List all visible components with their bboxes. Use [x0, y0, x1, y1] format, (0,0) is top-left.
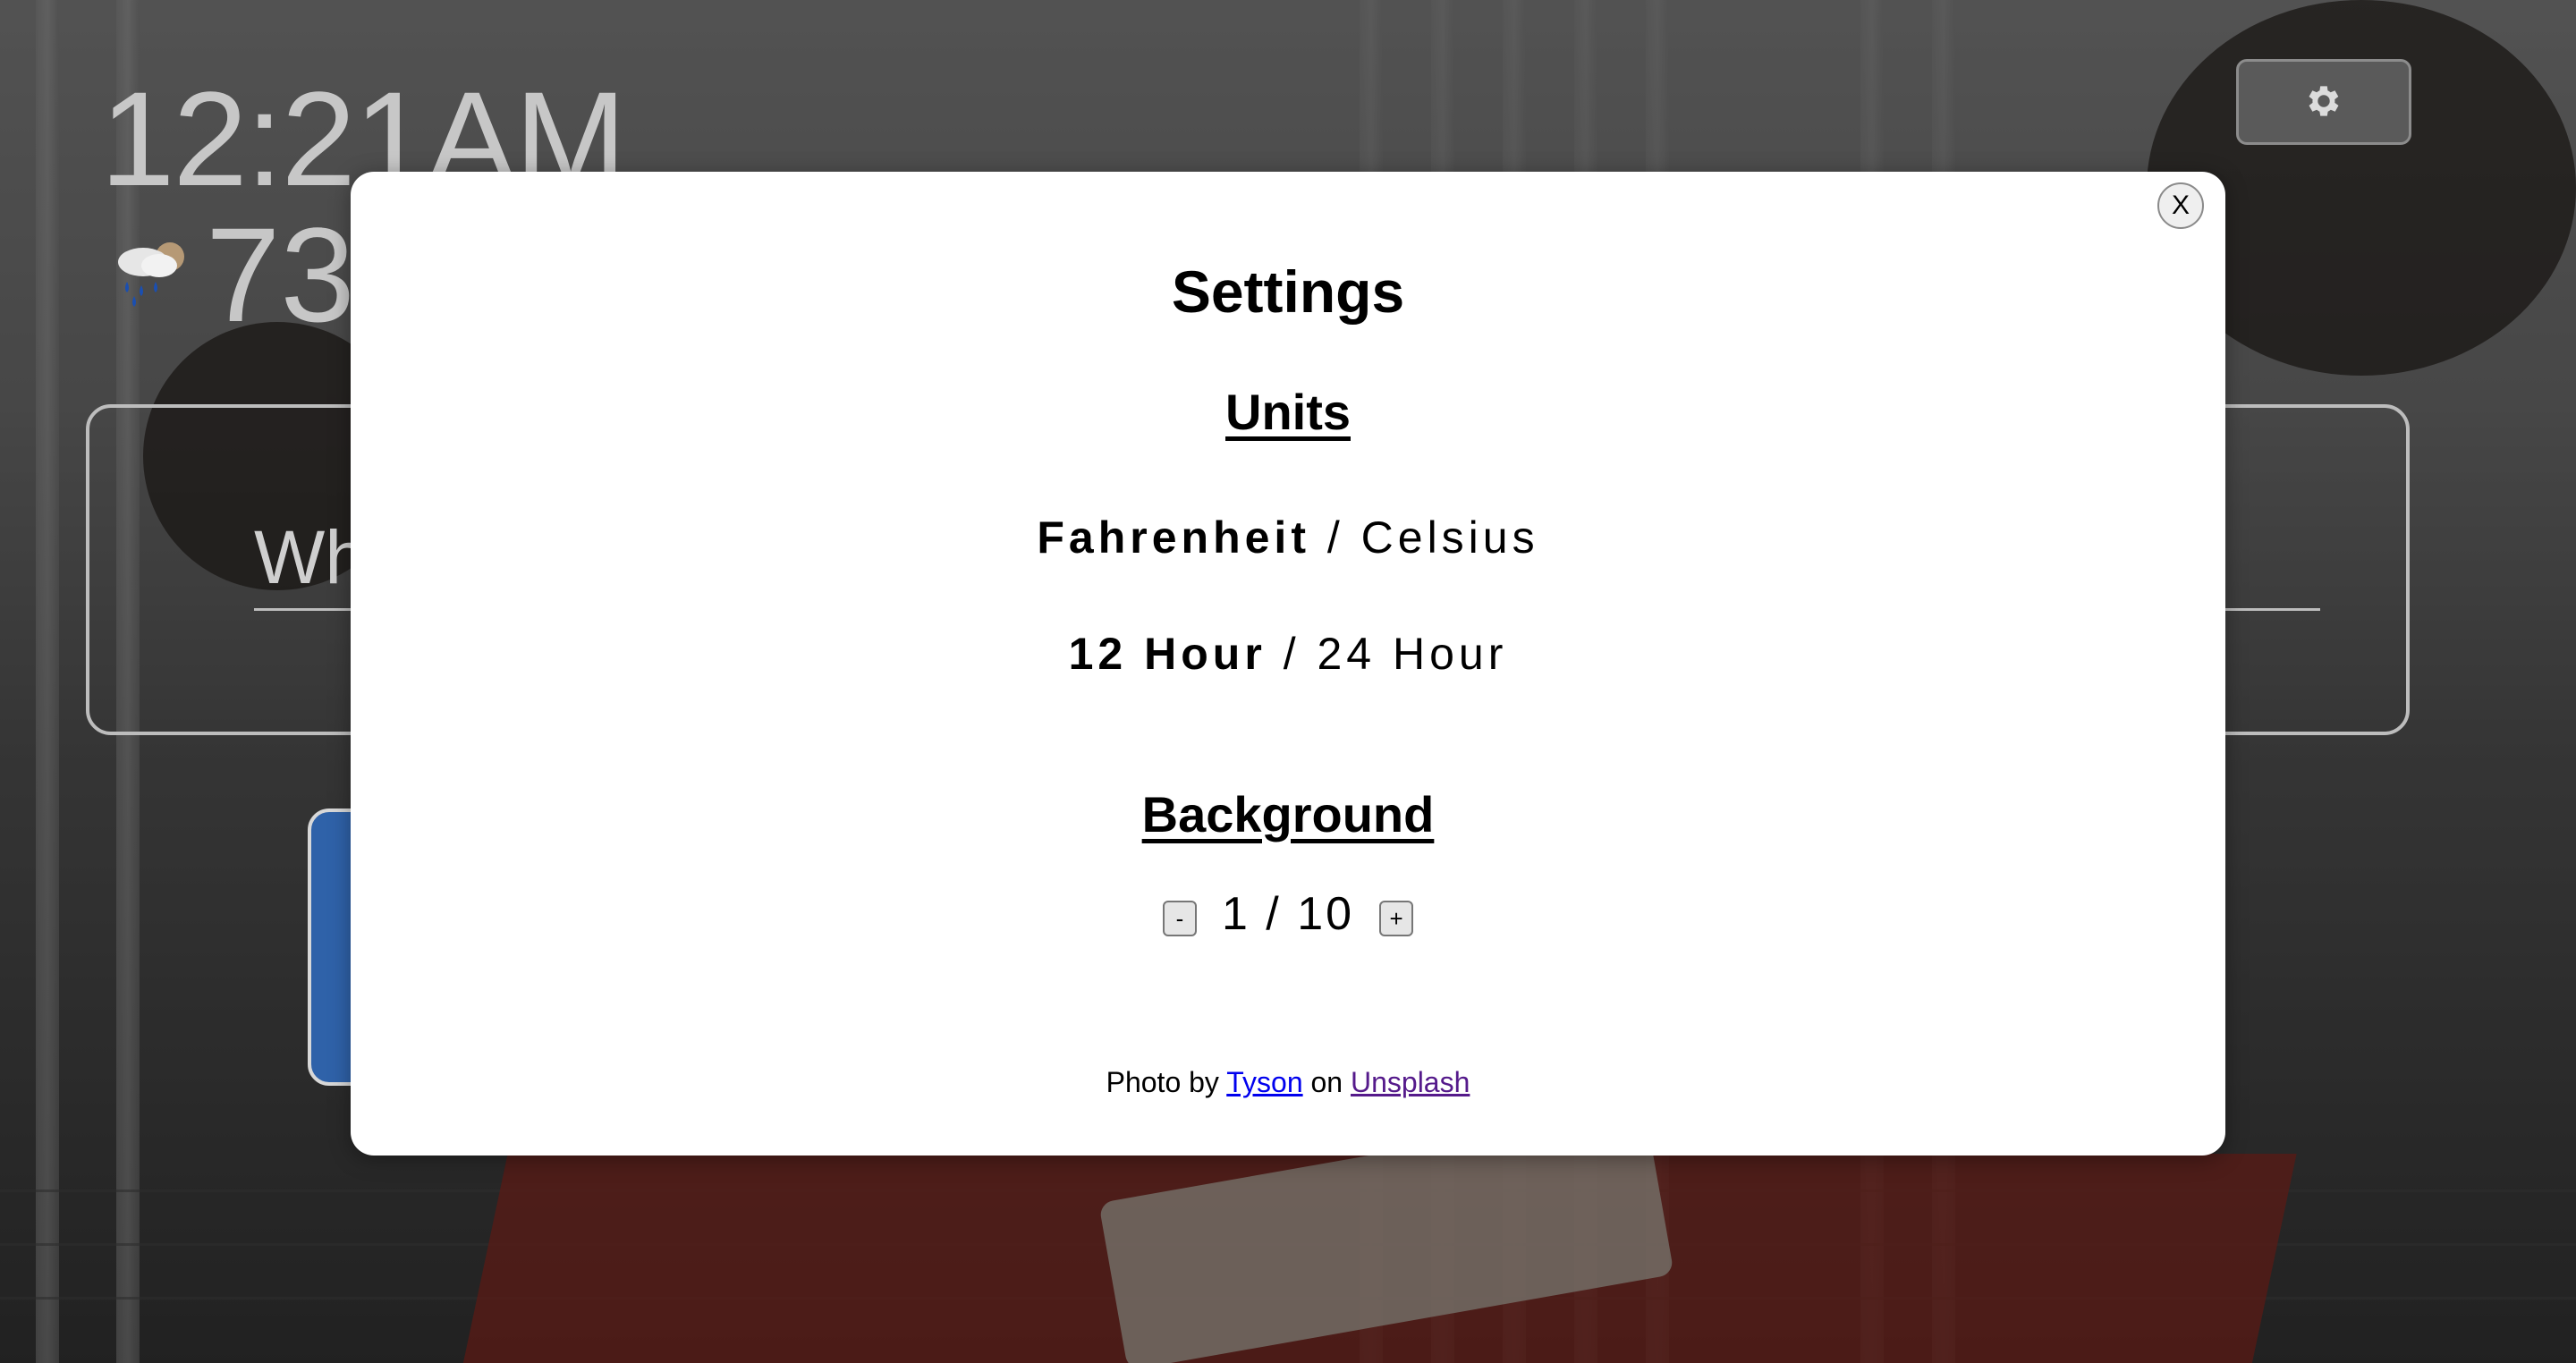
time-separator: / [1266, 629, 1318, 679]
background-next-button[interactable]: + [1379, 901, 1414, 936]
24-hour-option[interactable]: 24 Hour [1317, 629, 1507, 679]
credit-prefix: Photo by [1106, 1066, 1227, 1098]
modal-title: Settings [1171, 258, 1405, 325]
background-index: 1 / 10 [1221, 888, 1355, 940]
unit-separator: / [1309, 512, 1361, 563]
background-stepper: - 1 / 10 + [351, 887, 2225, 941]
settings-button[interactable] [2236, 59, 2411, 145]
credit-middle: on [1302, 1066, 1351, 1098]
temperature-display: 73 [206, 199, 355, 350]
units-heading: Units [1225, 384, 1351, 440]
12-hour-option[interactable]: 12 Hour [1069, 629, 1267, 679]
photographer-link[interactable]: Tyson [1226, 1066, 1302, 1098]
app-root: 12:21AM 73 X Settings Uni [0, 0, 2576, 1363]
photo-credit: Photo by Tyson on Unsplash [351, 1066, 2225, 1099]
close-button[interactable]: X [2157, 182, 2204, 229]
rain-cloud-icon [107, 232, 193, 317]
unsplash-link[interactable]: Unsplash [1351, 1066, 1470, 1098]
temperature-unit-toggle: Fahrenheit / Celsius [351, 512, 2225, 563]
settings-modal: X Settings Units Fahrenheit / Celsius 12… [351, 172, 2225, 1156]
gear-icon [2303, 80, 2344, 124]
background-previous-button[interactable]: - [1162, 901, 1197, 936]
fahrenheit-option[interactable]: Fahrenheit [1037, 512, 1310, 563]
weather-widget: 73 [107, 207, 355, 342]
time-format-toggle: 12 Hour / 24 Hour [351, 628, 2225, 680]
celsius-option[interactable]: Celsius [1361, 512, 1539, 563]
background-heading: Background [1141, 786, 1435, 842]
